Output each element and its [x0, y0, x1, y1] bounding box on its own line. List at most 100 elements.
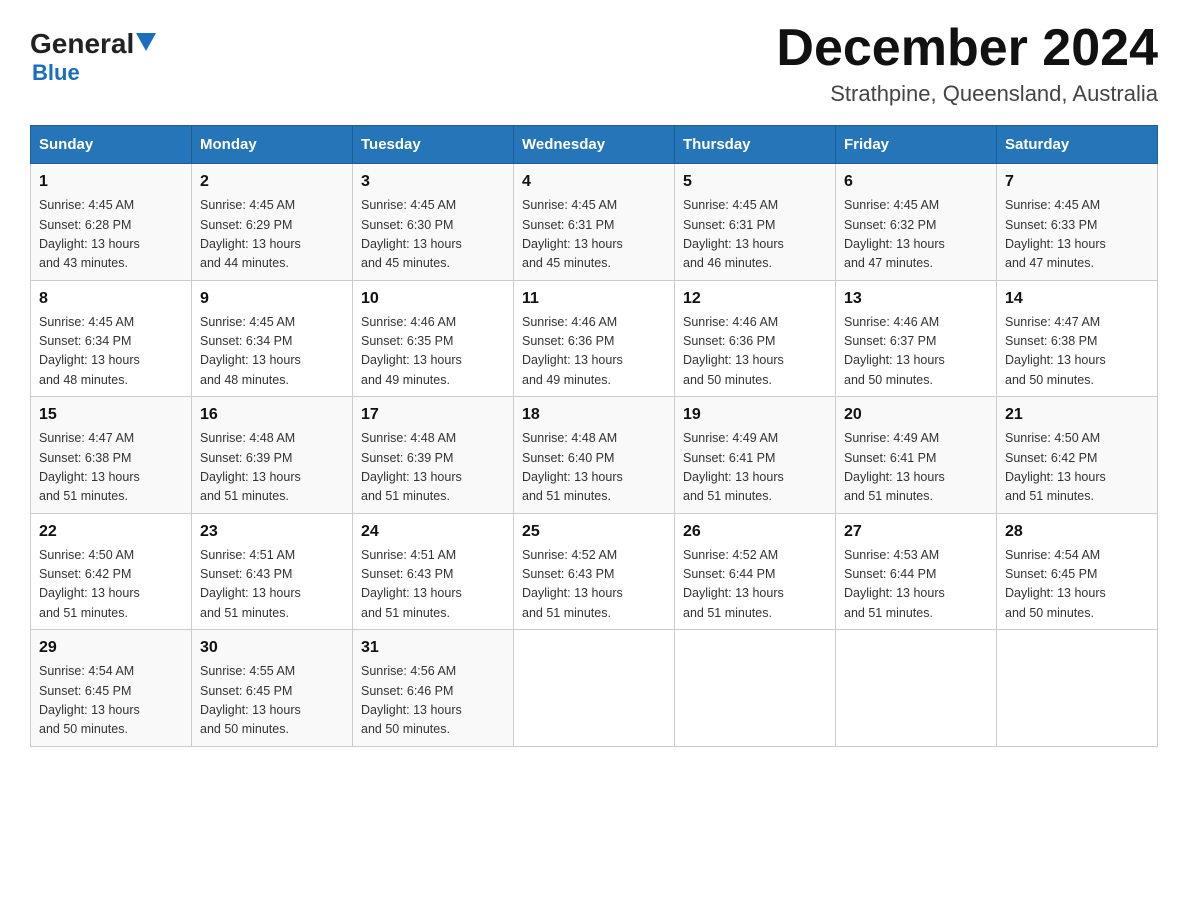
header-friday: Friday [836, 126, 997, 164]
day-info: Sunrise: 4:48 AMSunset: 6:39 PMDaylight:… [361, 429, 505, 507]
calendar-cell: 20Sunrise: 4:49 AMSunset: 6:41 PMDayligh… [836, 397, 997, 514]
calendar-cell: 4Sunrise: 4:45 AMSunset: 6:31 PMDaylight… [514, 164, 675, 281]
day-info: Sunrise: 4:45 AMSunset: 6:30 PMDaylight:… [361, 196, 505, 274]
header-tuesday: Tuesday [353, 126, 514, 164]
calendar-cell: 26Sunrise: 4:52 AMSunset: 6:44 PMDayligh… [675, 513, 836, 630]
calendar-cell: 25Sunrise: 4:52 AMSunset: 6:43 PMDayligh… [514, 513, 675, 630]
day-info: Sunrise: 4:52 AMSunset: 6:43 PMDaylight:… [522, 546, 666, 624]
calendar-cell: 17Sunrise: 4:48 AMSunset: 6:39 PMDayligh… [353, 397, 514, 514]
day-number: 11 [522, 287, 666, 311]
calendar-cell: 29Sunrise: 4:54 AMSunset: 6:45 PMDayligh… [31, 630, 192, 747]
calendar-cell: 14Sunrise: 4:47 AMSunset: 6:38 PMDayligh… [997, 280, 1158, 397]
day-info: Sunrise: 4:46 AMSunset: 6:37 PMDaylight:… [844, 313, 988, 391]
calendar-cell: 6Sunrise: 4:45 AMSunset: 6:32 PMDaylight… [836, 164, 997, 281]
calendar-cell [514, 630, 675, 747]
calendar-week-row: 15Sunrise: 4:47 AMSunset: 6:38 PMDayligh… [31, 397, 1158, 514]
day-number: 16 [200, 403, 344, 427]
calendar-cell: 2Sunrise: 4:45 AMSunset: 6:29 PMDaylight… [192, 164, 353, 281]
calendar-cell: 23Sunrise: 4:51 AMSunset: 6:43 PMDayligh… [192, 513, 353, 630]
day-info: Sunrise: 4:45 AMSunset: 6:31 PMDaylight:… [683, 196, 827, 274]
day-number: 21 [1005, 403, 1149, 427]
location-title: Strathpine, Queensland, Australia [776, 81, 1158, 107]
calendar-cell: 28Sunrise: 4:54 AMSunset: 6:45 PMDayligh… [997, 513, 1158, 630]
calendar-week-row: 8Sunrise: 4:45 AMSunset: 6:34 PMDaylight… [31, 280, 1158, 397]
calendar-cell: 30Sunrise: 4:55 AMSunset: 6:45 PMDayligh… [192, 630, 353, 747]
logo: General Blue [30, 30, 158, 86]
day-number: 14 [1005, 287, 1149, 311]
day-number: 22 [39, 520, 183, 544]
day-number: 28 [1005, 520, 1149, 544]
day-number: 26 [683, 520, 827, 544]
day-number: 24 [361, 520, 505, 544]
calendar-table: SundayMondayTuesdayWednesdayThursdayFrid… [30, 125, 1158, 747]
day-number: 6 [844, 170, 988, 194]
calendar-cell: 24Sunrise: 4:51 AMSunset: 6:43 PMDayligh… [353, 513, 514, 630]
calendar-cell: 7Sunrise: 4:45 AMSunset: 6:33 PMDaylight… [997, 164, 1158, 281]
day-number: 23 [200, 520, 344, 544]
day-number: 29 [39, 636, 183, 660]
day-info: Sunrise: 4:46 AMSunset: 6:35 PMDaylight:… [361, 313, 505, 391]
day-info: Sunrise: 4:49 AMSunset: 6:41 PMDaylight:… [844, 429, 988, 507]
day-info: Sunrise: 4:50 AMSunset: 6:42 PMDaylight:… [39, 546, 183, 624]
day-number: 25 [522, 520, 666, 544]
header-monday: Monday [192, 126, 353, 164]
header-thursday: Thursday [675, 126, 836, 164]
day-number: 18 [522, 403, 666, 427]
logo-blue-text: Blue [32, 60, 80, 86]
header-saturday: Saturday [997, 126, 1158, 164]
calendar-cell: 22Sunrise: 4:50 AMSunset: 6:42 PMDayligh… [31, 513, 192, 630]
header-wednesday: Wednesday [514, 126, 675, 164]
calendar-cell: 9Sunrise: 4:45 AMSunset: 6:34 PMDaylight… [192, 280, 353, 397]
day-info: Sunrise: 4:45 AMSunset: 6:29 PMDaylight:… [200, 196, 344, 274]
calendar-cell: 11Sunrise: 4:46 AMSunset: 6:36 PMDayligh… [514, 280, 675, 397]
calendar-cell: 18Sunrise: 4:48 AMSunset: 6:40 PMDayligh… [514, 397, 675, 514]
day-info: Sunrise: 4:46 AMSunset: 6:36 PMDaylight:… [522, 313, 666, 391]
day-info: Sunrise: 4:45 AMSunset: 6:33 PMDaylight:… [1005, 196, 1149, 274]
calendar-cell [836, 630, 997, 747]
day-info: Sunrise: 4:48 AMSunset: 6:40 PMDaylight:… [522, 429, 666, 507]
title-area: December 2024 Strathpine, Queensland, Au… [776, 20, 1158, 107]
day-info: Sunrise: 4:46 AMSunset: 6:36 PMDaylight:… [683, 313, 827, 391]
day-info: Sunrise: 4:48 AMSunset: 6:39 PMDaylight:… [200, 429, 344, 507]
calendar-week-row: 22Sunrise: 4:50 AMSunset: 6:42 PMDayligh… [31, 513, 1158, 630]
calendar-cell: 21Sunrise: 4:50 AMSunset: 6:42 PMDayligh… [997, 397, 1158, 514]
calendar-cell: 10Sunrise: 4:46 AMSunset: 6:35 PMDayligh… [353, 280, 514, 397]
header-sunday: Sunday [31, 126, 192, 164]
day-number: 15 [39, 403, 183, 427]
day-number: 12 [683, 287, 827, 311]
page-header: General Blue December 2024 Strathpine, Q… [30, 20, 1158, 107]
calendar-cell [997, 630, 1158, 747]
day-number: 5 [683, 170, 827, 194]
day-info: Sunrise: 4:55 AMSunset: 6:45 PMDaylight:… [200, 662, 344, 740]
calendar-cell: 12Sunrise: 4:46 AMSunset: 6:36 PMDayligh… [675, 280, 836, 397]
day-number: 31 [361, 636, 505, 660]
day-number: 9 [200, 287, 344, 311]
month-title: December 2024 [776, 20, 1158, 77]
day-number: 20 [844, 403, 988, 427]
calendar-cell: 3Sunrise: 4:45 AMSunset: 6:30 PMDaylight… [353, 164, 514, 281]
logo-triangle-icon [136, 33, 156, 51]
day-info: Sunrise: 4:51 AMSunset: 6:43 PMDaylight:… [200, 546, 344, 624]
day-info: Sunrise: 4:52 AMSunset: 6:44 PMDaylight:… [683, 546, 827, 624]
day-info: Sunrise: 4:45 AMSunset: 6:31 PMDaylight:… [522, 196, 666, 274]
day-number: 10 [361, 287, 505, 311]
calendar-cell: 19Sunrise: 4:49 AMSunset: 6:41 PMDayligh… [675, 397, 836, 514]
day-number: 17 [361, 403, 505, 427]
day-info: Sunrise: 4:45 AMSunset: 6:34 PMDaylight:… [200, 313, 344, 391]
calendar-cell: 27Sunrise: 4:53 AMSunset: 6:44 PMDayligh… [836, 513, 997, 630]
calendar-cell: 5Sunrise: 4:45 AMSunset: 6:31 PMDaylight… [675, 164, 836, 281]
day-info: Sunrise: 4:54 AMSunset: 6:45 PMDaylight:… [39, 662, 183, 740]
day-info: Sunrise: 4:51 AMSunset: 6:43 PMDaylight:… [361, 546, 505, 624]
day-info: Sunrise: 4:45 AMSunset: 6:34 PMDaylight:… [39, 313, 183, 391]
day-number: 30 [200, 636, 344, 660]
calendar-cell [675, 630, 836, 747]
logo-general-text: General [30, 30, 134, 58]
day-info: Sunrise: 4:45 AMSunset: 6:28 PMDaylight:… [39, 196, 183, 274]
day-number: 7 [1005, 170, 1149, 194]
day-info: Sunrise: 4:54 AMSunset: 6:45 PMDaylight:… [1005, 546, 1149, 624]
day-info: Sunrise: 4:56 AMSunset: 6:46 PMDaylight:… [361, 662, 505, 740]
day-info: Sunrise: 4:53 AMSunset: 6:44 PMDaylight:… [844, 546, 988, 624]
day-number: 8 [39, 287, 183, 311]
day-number: 4 [522, 170, 666, 194]
day-info: Sunrise: 4:47 AMSunset: 6:38 PMDaylight:… [1005, 313, 1149, 391]
